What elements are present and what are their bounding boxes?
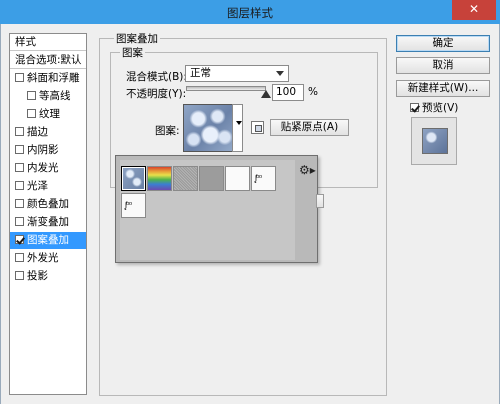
pattern-tile-bubbles[interactable] <box>121 166 146 191</box>
pattern-grid: ᶘᵒᵒ ᶘᵒᵒ <box>120 160 295 260</box>
color-overlay-checkbox[interactable] <box>15 199 24 208</box>
pattern-dropdown-button[interactable] <box>232 104 243 152</box>
sidebar-item-label: 光泽 <box>27 180 48 192</box>
pattern-label: 图案: <box>155 125 180 137</box>
sidebar-item-blending-options[interactable]: 混合选项:默认 <box>10 52 86 69</box>
pattern-tile-stamp-1[interactable]: ᶘᵒᵒ <box>251 166 276 191</box>
sidebar-item-label: 投影 <box>27 270 48 282</box>
pattern-tile-gray[interactable] <box>199 166 224 191</box>
satin-checkbox[interactable] <box>15 181 24 190</box>
opacity-unit: % <box>308 86 318 98</box>
style-list-header: 样式 <box>10 34 86 51</box>
outer-glow-checkbox[interactable] <box>15 253 24 262</box>
sidebar-item-gradient-overlay[interactable]: 渐变叠加 <box>10 214 86 231</box>
stroke-checkbox[interactable] <box>15 127 24 136</box>
ok-button[interactable]: 确定 <box>396 35 490 52</box>
new-style-button[interactable]: 新建样式(W)... <box>396 80 490 97</box>
preview-label: 预览(V) <box>422 102 459 114</box>
chevron-down-icon <box>276 71 284 76</box>
pattern-tile-rainbow[interactable] <box>147 166 172 191</box>
sidebar-item-drop-shadow[interactable]: 投影 <box>10 268 86 285</box>
sidebar-item-outer-glow[interactable]: 外发光 <box>10 250 86 267</box>
opacity-slider-track[interactable] <box>186 86 266 91</box>
pattern-tile-noise[interactable] <box>173 166 198 191</box>
sidebar-item-label: 内阴影 <box>27 144 59 156</box>
sidebar-item-label: 斜面和浮雕 <box>27 72 80 84</box>
stamp-glyph: ᶘᵒᵒ <box>125 201 133 211</box>
inner-shadow-checkbox[interactable] <box>15 145 24 154</box>
style-preview <box>411 117 457 165</box>
blend-mode-label: 混合模式(B): <box>126 71 187 83</box>
stamp-glyph: ᶘᵒᵒ <box>255 174 263 184</box>
preview-thumbnail <box>422 128 448 154</box>
bevel-emboss-checkbox[interactable] <box>15 73 24 82</box>
sidebar-item-label: 描边 <box>27 126 48 138</box>
sidebar-item-label: 等高线 <box>39 90 71 102</box>
gear-icon[interactable]: ⚙▸ <box>299 163 316 177</box>
hidden-button-edge[interactable] <box>316 194 324 208</box>
new-preset-icon[interactable] <box>251 121 264 134</box>
sidebar-item-inner-glow[interactable]: 内发光 <box>10 160 86 177</box>
sidebar-item-label: 渐变叠加 <box>27 216 69 228</box>
sidebar-item-contour[interactable]: 等高线 <box>10 88 86 105</box>
opacity-slider-thumb[interactable] <box>261 90 271 98</box>
sidebar-item-label: 图案叠加 <box>27 234 69 246</box>
sidebar-item-bevel-emboss[interactable]: 斜面和浮雕 <box>10 70 86 87</box>
opacity-label: 不透明度(Y): <box>126 88 187 100</box>
sidebar-item-label: 外发光 <box>27 252 59 264</box>
texture-checkbox[interactable] <box>27 109 36 118</box>
sidebar-item-label: 颜色叠加 <box>27 198 69 210</box>
pattern-swatch[interactable] <box>183 104 233 152</box>
sidebar-item-texture[interactable]: 纹理 <box>10 106 86 123</box>
pattern-overlay-group-title: 图案叠加 <box>114 31 160 46</box>
blend-mode-value: 正常 <box>190 67 211 79</box>
close-button[interactable]: ✕ <box>452 0 496 20</box>
sidebar-item-satin[interactable]: 光泽 <box>10 178 86 195</box>
window-title: 图层样式 <box>227 6 273 20</box>
cancel-button[interactable]: 取消 <box>396 57 490 74</box>
preview-checkbox[interactable] <box>410 103 419 112</box>
style-list: 样式 混合选项:默认 斜面和浮雕 等高线 纹理 描边 内阴影 内发光 光泽 颜色… <box>9 33 87 395</box>
sidebar-item-pattern-overlay[interactable]: 图案叠加 <box>10 232 86 249</box>
inner-glow-checkbox[interactable] <box>15 163 24 172</box>
snap-to-origin-button[interactable]: 贴紧原点(A) <box>270 119 349 136</box>
opacity-input[interactable]: 100 <box>272 84 304 101</box>
sidebar-item-color-overlay[interactable]: 颜色叠加 <box>10 196 86 213</box>
blend-mode-select[interactable]: 正常 <box>185 65 289 82</box>
sidebar-item-label: 纹理 <box>39 108 60 120</box>
pattern-tile-blank[interactable] <box>225 166 250 191</box>
sidebar-item-label: 内发光 <box>27 162 59 174</box>
pattern-overlay-checkbox[interactable] <box>15 235 24 244</box>
sidebar-item-label: 混合选项:默认 <box>15 54 82 66</box>
drop-shadow-checkbox[interactable] <box>15 271 24 280</box>
pattern-tile-stamp-2[interactable]: ᶘᵒᵒ <box>121 193 146 218</box>
preview-toggle[interactable]: 预览(V) <box>410 100 458 115</box>
pattern-picker-popup: ᶘᵒᵒ ᶘᵒᵒ ⚙▸ <box>115 155 318 263</box>
sidebar-item-stroke[interactable]: 描边 <box>10 124 86 141</box>
sidebar-item-inner-shadow[interactable]: 内阴影 <box>10 142 86 159</box>
title-bar[interactable]: 图层样式 ✕ <box>0 0 500 24</box>
pattern-subgroup-title: 图案 <box>120 45 145 60</box>
contour-checkbox[interactable] <box>27 91 36 100</box>
gradient-overlay-checkbox[interactable] <box>15 217 24 226</box>
